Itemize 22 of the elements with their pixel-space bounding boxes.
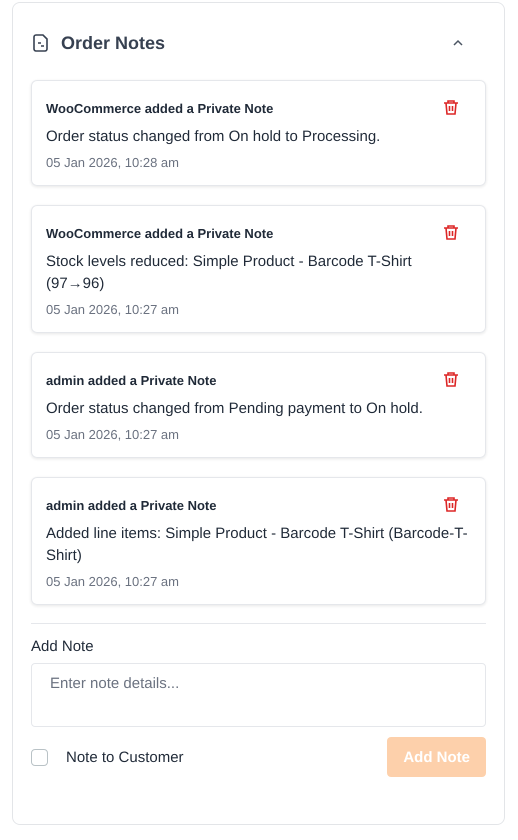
delete-icon[interactable] [443,99,461,117]
note-author: WooCommerce added a Private Note [46,226,274,240]
delete-icon[interactable] [443,371,461,389]
note-author: admin added a Private Note [46,498,216,512]
document-icon [33,34,49,52]
note-date: 05 Jan 2026, 10:27 am [46,427,180,442]
note-text: Added line items: Simple Product - Barcode T-Shirt (Barcode-T-Shirt) [46,524,469,566]
delete-icon[interactable] [443,224,461,242]
note-author: WooCommerce added a Private Note [46,100,274,116]
note-date: 05 Jan 2026, 10:27 am [46,302,180,317]
note-text: Order status changed from On hold to Processing. [46,127,382,147]
note-date: 05 Jan 2026, 10:27 am [46,574,180,589]
add-note-label: Add Note [31,638,95,655]
note-input-field[interactable]: Enter note details... [31,663,486,727]
panel-title: Order Notes [61,32,166,54]
note-text: Stock levels reduced: Simple Product - Barcode T-Shirt (97→96) [46,252,413,294]
note-text: Order status changed from Pending payment to On hold. [46,399,424,419]
checkbox[interactable] [31,748,48,766]
delete-icon[interactable] [443,496,461,514]
note-author: admin added a Private Note [46,372,216,388]
note-date: 05 Jan 2026, 10:28 am [46,155,180,170]
checkbox-label: Note to Customer [66,748,184,766]
